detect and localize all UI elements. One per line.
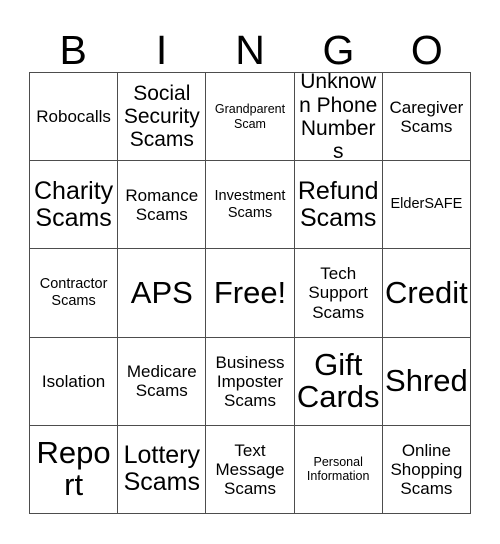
bingo-cell[interactable]: Credit xyxy=(382,249,471,338)
bingo-cell[interactable]: Investment Scams xyxy=(206,161,295,250)
bingo-cell-label: Robocalls xyxy=(36,107,111,127)
bingo-grid: Robocalls Social Security Scams Grandparen… xyxy=(29,72,471,514)
bingo-cell-label: Charity Scams xyxy=(34,176,114,232)
bingo-cell[interactable]: Grandparent Scam xyxy=(206,73,295,162)
bingo-cell[interactable]: Tech Support Scams xyxy=(294,249,383,338)
bingo-cell[interactable]: APS xyxy=(118,249,207,338)
bingo-cell-label: Online Shopping Scams xyxy=(390,440,463,498)
bingo-cell-label: Business Imposter Scams xyxy=(215,352,285,410)
bingo-cell-label: Romance Scams xyxy=(125,185,199,224)
bingo-cell-label: Grandparent Scam xyxy=(214,101,286,131)
bingo-cell[interactable]: Romance Scams xyxy=(118,161,207,250)
bingo-cell[interactable]: Robocalls xyxy=(30,73,119,162)
bingo-cell[interactable]: Report xyxy=(30,425,119,514)
bingo-cell[interactable]: Free! xyxy=(206,249,295,338)
bingo-cell[interactable]: Gift Cards xyxy=(294,337,383,426)
bingo-cell-label: Credit xyxy=(385,274,468,310)
bingo-cell[interactable]: Unknown Phone Numbers xyxy=(294,73,383,162)
bingo-cell-label: Personal Information xyxy=(306,454,370,484)
bingo-cell-label: Report xyxy=(36,434,111,503)
bingo-cell-label: Isolation xyxy=(41,371,106,391)
bingo-cell-label: Refund Scams xyxy=(297,176,379,232)
bingo-cell[interactable]: ElderSAFE xyxy=(382,161,471,250)
bingo-card: B I N G O Robocalls Social Security Scams… xyxy=(0,0,500,544)
bingo-cell[interactable]: Social Security Scams xyxy=(118,73,207,162)
bingo-cell[interactable]: Online Shopping Scams xyxy=(382,425,471,514)
header-letter-b: B xyxy=(59,27,87,73)
header-letter-i: I xyxy=(155,27,168,73)
bingo-cell-label: Investment Scams xyxy=(214,188,286,221)
header-letter-g: G xyxy=(322,27,355,73)
bingo-cell-label: Social Security Scams xyxy=(123,81,200,152)
bingo-cell-label: ElderSAFE xyxy=(390,196,463,213)
bingo-cell-label: Lottery Scams xyxy=(123,441,200,497)
bingo-cell-label: Shred xyxy=(385,362,468,398)
bingo-header-row: B I N G O xyxy=(29,17,471,72)
bingo-cell-label: APS xyxy=(130,274,193,310)
bingo-cell[interactable]: Contractor Scams xyxy=(30,249,119,338)
header-letter-o: O xyxy=(410,27,443,73)
header-letter-n: N xyxy=(235,27,265,73)
bingo-cell[interactable]: Medicare Scams xyxy=(118,337,207,426)
bingo-cell-label: Contractor Scams xyxy=(39,276,108,309)
bingo-cell-label: Tech Support Scams xyxy=(308,264,368,322)
bingo-cell[interactable]: Caregiver Scams xyxy=(382,73,471,162)
bingo-cell[interactable]: Isolation xyxy=(30,337,119,426)
bingo-cell[interactable]: Refund Scams xyxy=(294,161,383,250)
bingo-cell-label: Gift Cards xyxy=(296,346,380,415)
bingo-cell[interactable]: Text Message Scams xyxy=(206,425,295,514)
bingo-cell[interactable]: Shred xyxy=(382,337,471,426)
bingo-cell-label: Unknown Phone Numbers xyxy=(299,73,378,162)
bingo-cell[interactable]: Personal Information xyxy=(294,425,383,514)
bingo-cell-label: Text Message Scams xyxy=(215,440,285,498)
bingo-cell-label: Free! xyxy=(213,274,287,310)
bingo-cell[interactable]: Business Imposter Scams xyxy=(206,337,295,426)
bingo-cell-label: Medicare Scams xyxy=(126,362,197,401)
bingo-cell-label: Caregiver Scams xyxy=(389,97,464,136)
bingo-cell[interactable]: Charity Scams xyxy=(30,161,119,250)
bingo-cell[interactable]: Lottery Scams xyxy=(118,425,207,514)
